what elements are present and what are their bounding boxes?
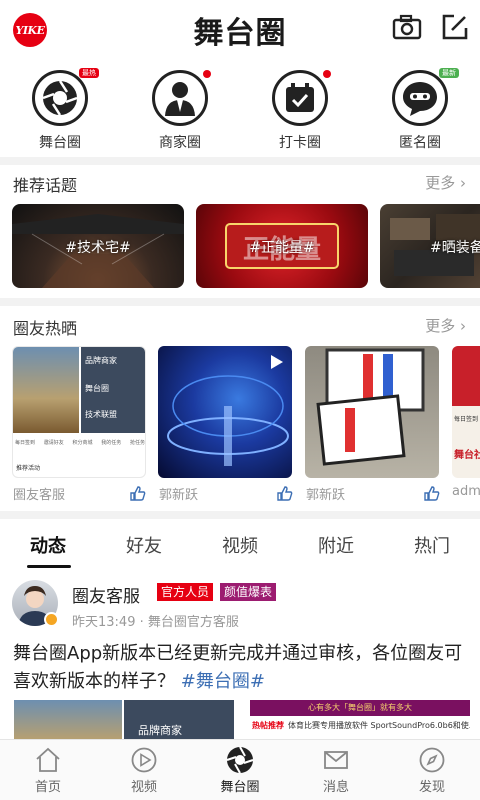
tab-nearby[interactable]: 附近 bbox=[288, 532, 384, 558]
mail-icon bbox=[324, 751, 348, 769]
section-divider bbox=[0, 511, 480, 519]
nav-label: 视频 bbox=[130, 780, 157, 795]
notification-dot bbox=[203, 70, 211, 78]
circle-label: 商家圈 bbox=[159, 135, 201, 151]
video-play-icon bbox=[271, 355, 283, 369]
screens-image bbox=[316, 348, 425, 466]
hot-badge: 最热 bbox=[79, 68, 99, 78]
share-author: 圈友客服 bbox=[13, 488, 66, 503]
nav-label: 舞台圈 bbox=[220, 780, 260, 795]
aperture-icon bbox=[226, 746, 254, 774]
nav-label: 首页 bbox=[34, 780, 61, 795]
thumbs-up-icon[interactable] bbox=[277, 486, 293, 501]
topic-card[interactable]: 正能量 #正能量# bbox=[196, 204, 368, 288]
compass-icon bbox=[419, 747, 445, 773]
share-author: 郭新跃 bbox=[159, 488, 199, 503]
shares-more-link[interactable]: 更多 › bbox=[425, 315, 466, 336]
chat-mask-icon bbox=[403, 82, 437, 116]
circle-label: 匿名圈 bbox=[399, 135, 441, 151]
share-author: 郭新跃 bbox=[306, 488, 346, 503]
businessman-icon bbox=[165, 82, 195, 116]
app-header: YIKE 舞台圈 bbox=[0, 0, 480, 54]
post-image-caption: 品牌商家 bbox=[138, 724, 182, 737]
post-content: 舞台圈App新版本已经更新完成并通过审核，各位圈友可喜欢新版本的样子？ #舞台圈… bbox=[13, 640, 469, 696]
section-title-shares: 圈友热晒 bbox=[13, 319, 78, 338]
share-card[interactable] bbox=[158, 346, 292, 478]
topic-card[interactable]: #技术宅# bbox=[12, 204, 184, 288]
thumbs-up-icon[interactable] bbox=[130, 486, 146, 501]
circle-label: 打卡圈 bbox=[279, 135, 321, 151]
thumbs-up-icon[interactable] bbox=[424, 486, 440, 501]
bottom-nav: 首页 视频 舞台圈 消息 发现 bbox=[0, 739, 480, 800]
active-tab-indicator bbox=[27, 565, 71, 568]
share-card[interactable]: 品牌商家 舞台圈 技术联盟 每日签到 邀请好友 积分商城 我的任务 抢任务 推荐活动 bbox=[12, 346, 146, 478]
share-card[interactable]: 每日签到 舞台社 bbox=[452, 346, 480, 478]
tab-video[interactable]: 视频 bbox=[192, 532, 288, 558]
topic-label: #技术宅# bbox=[65, 240, 131, 256]
nav-discover[interactable]: 发现 bbox=[384, 746, 480, 795]
circle-categories: 最热 舞台圈 商家圈 打卡圈 最新 匿名圈 bbox=[0, 60, 480, 156]
nav-label: 发现 bbox=[418, 780, 445, 795]
calendar-check-icon bbox=[286, 83, 314, 112]
tab-friends[interactable]: 好友 bbox=[96, 532, 192, 558]
circle-item-checkin[interactable]: 打卡圈 bbox=[245, 70, 355, 152]
topics-more-link[interactable]: 更多 › bbox=[425, 172, 466, 193]
feed-tabs: 动态 好友 视频 附近 热门 bbox=[0, 522, 480, 570]
new-badge: 最新 bbox=[439, 68, 459, 78]
promo-banner: 心有多大「舞台圈」就有多大 bbox=[250, 700, 470, 716]
nav-messages[interactable]: 消息 bbox=[288, 746, 384, 795]
post-author-name[interactable]: 圈友客服 bbox=[72, 582, 140, 607]
post-meta: 昨天13:49 · 舞台圈官方客服 bbox=[72, 615, 239, 630]
share-card[interactable] bbox=[305, 346, 439, 478]
section-title-topics: 推荐话题 bbox=[13, 176, 78, 195]
home-icon bbox=[36, 747, 60, 772]
nav-video[interactable]: 视频 bbox=[96, 746, 192, 795]
looks-tag: 颜值爆表 bbox=[220, 583, 277, 601]
promo-text: 体育比赛专用播放软件 SportSoundPro6.0b6和使... bbox=[288, 721, 470, 730]
verified-badge bbox=[44, 612, 59, 627]
nav-home[interactable]: 首页 bbox=[0, 746, 96, 795]
topic-label: #正能量# bbox=[249, 240, 315, 256]
circle-item-merchant[interactable]: 商家圈 bbox=[125, 70, 235, 152]
post-image[interactable]: 品牌商家 bbox=[14, 700, 234, 740]
topic-label: #晒装备 bbox=[430, 240, 480, 256]
section-divider bbox=[0, 298, 480, 306]
circle-label: 舞台圈 bbox=[39, 135, 81, 151]
camera-icon[interactable] bbox=[392, 12, 422, 42]
play-icon bbox=[131, 747, 157, 773]
notification-dot bbox=[323, 70, 331, 78]
post-hashtag[interactable]: #舞台圈# bbox=[181, 671, 265, 692]
promo-tag: 热帖推荐 bbox=[252, 721, 284, 730]
compose-icon[interactable] bbox=[440, 12, 470, 42]
promo-post[interactable]: 心有多大「舞台圈」就有多大 热帖推荐 体育比赛专用播放软件 SportSound… bbox=[250, 700, 470, 740]
circle-item-anonymous[interactable]: 最新 匿名圈 bbox=[365, 68, 475, 152]
official-tag: 官方人员 bbox=[157, 583, 214, 601]
nav-stage[interactable]: 舞台圈 bbox=[192, 746, 288, 795]
section-divider bbox=[0, 157, 480, 165]
aperture-icon bbox=[42, 80, 78, 116]
circle-item-stage[interactable]: 最热 舞台圈 bbox=[5, 68, 115, 152]
tab-dynamic[interactable]: 动态 bbox=[0, 532, 96, 558]
topic-card[interactable]: #晒装备 bbox=[380, 204, 480, 288]
tab-hot[interactable]: 热门 bbox=[384, 532, 480, 558]
share-author: admi bbox=[452, 484, 480, 499]
nav-label: 消息 bbox=[322, 780, 349, 795]
